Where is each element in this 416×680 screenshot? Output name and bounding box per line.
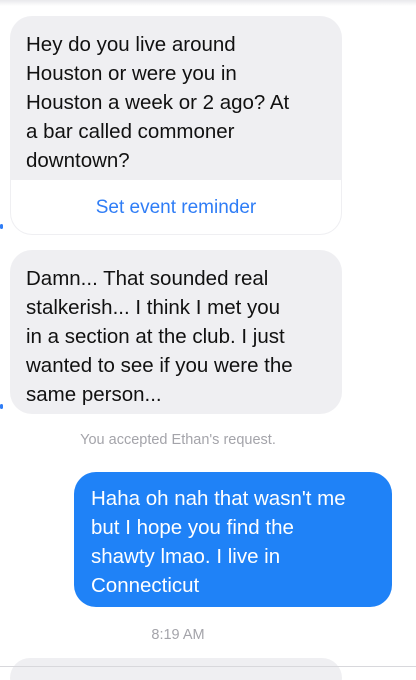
incoming-message-bubble-partial[interactable] bbox=[10, 658, 342, 680]
read-indicator-icon bbox=[0, 224, 3, 229]
incoming-message-bubble[interactable]: Hey do you live around Houston or were y… bbox=[10, 16, 342, 235]
incoming-message-bubble[interactable]: Damn... That sounded real stalkerish... … bbox=[10, 250, 342, 414]
message-text: Damn... That sounded real stalkerish... … bbox=[26, 267, 293, 406]
request-accepted-status: You accepted Ethan's request. bbox=[80, 432, 276, 448]
set-event-reminder-button[interactable]: Set event reminder bbox=[11, 180, 341, 234]
message-text: Hey do you live around Houston or were y… bbox=[26, 33, 290, 172]
bottom-divider bbox=[0, 666, 416, 667]
message-timestamp: 8:19 AM bbox=[151, 627, 205, 643]
outgoing-message-bubble[interactable]: Haha oh nah that wasn't me but I hope yo… bbox=[74, 472, 392, 607]
top-divider bbox=[0, 0, 416, 6]
read-indicator-icon bbox=[0, 404, 3, 409]
message-thread: Hey do you live around Houston or were y… bbox=[0, 0, 416, 680]
